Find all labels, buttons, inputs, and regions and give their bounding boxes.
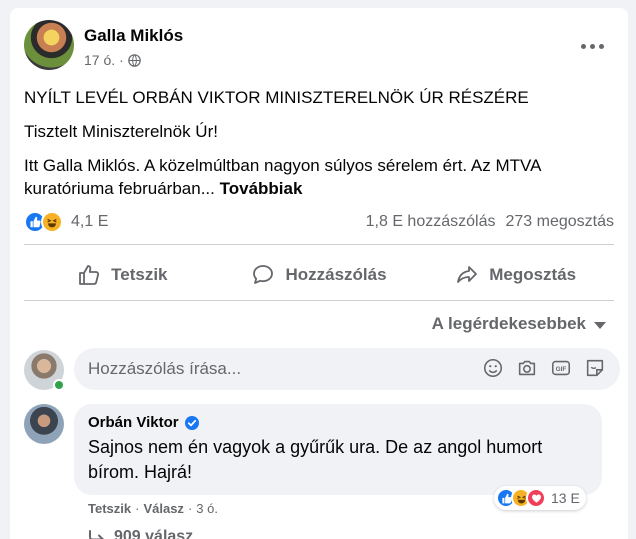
divider [24,244,614,245]
comment-reply-button[interactable]: Válasz [143,501,183,516]
post-meta: 17 ó. · [84,52,141,68]
comment-like-button[interactable]: Tetszik [88,501,131,516]
post-greeting: Tisztelt Miniszterelnök Úr! [24,122,218,141]
post-body: Itt Galla Miklós. A közelmúltban nagyon … [24,154,614,200]
comment-composer: GIF [24,348,620,391]
divider [24,300,614,301]
comment-text: Sajnos nem én vagyok a gyűrűk ura. De az… [88,437,543,482]
sticker-icon[interactable] [584,357,606,379]
comment-label: Hozzászólás [285,265,387,284]
post-text: NYÍLT LEVÉL ORBÁN VIKTOR MINISZTERELNÖK … [24,86,614,211]
comment-count-link[interactable]: 1,8 E hozzászólás [366,213,496,231]
svg-text:GIF: GIF [556,366,567,373]
comment-reaction-summary[interactable]: 13 E [494,486,586,510]
haha-reaction-icon [41,211,63,233]
comment-action-separator: · [135,501,140,516]
post-card: Galla Miklós 17 ó. · NYÍLT LEVÉL ORBÁN V… [10,8,628,539]
replies-count: 909 válasz [114,528,194,539]
comment-button[interactable]: Hozzászólás [221,254,418,296]
more-icon-dot [580,43,586,49]
more-options-button[interactable] [574,34,610,58]
commenter-avatar[interactable] [24,404,64,444]
globe-icon [128,53,141,67]
comment-reaction-count: 13 E [551,490,580,506]
comment-action-separator: · [187,501,193,516]
stats-right: 1,8 E hozzászólás 273 megosztás [366,213,614,231]
view-replies-link[interactable]: 909 válasz [88,528,193,539]
gif-icon[interactable]: GIF [550,357,572,379]
share-count-link[interactable]: 273 megosztás [505,213,614,231]
share-button[interactable]: Megosztás [417,254,614,296]
reply-arrow-icon [89,530,104,539]
share-icon [457,266,478,283]
post-title: NYÍLT LEVÉL ORBÁN VIKTOR MINISZTERELNÖK … [24,88,529,107]
meta-separator: · [119,52,124,68]
love-reaction-icon [526,488,546,508]
more-icon-dot [598,43,604,49]
post-time[interactable]: 17 ó. [84,52,115,68]
comment-sort-dropdown[interactable]: A legérdekesebbek [432,314,606,334]
composer-icons: GIF [482,357,606,379]
comment-actions: Tetszik · Válasz · 3 ó. [88,501,218,516]
author-avatar[interactable] [24,20,74,70]
camera-icon[interactable] [516,357,538,379]
post-stats: 4,1 E 1,8 E hozzászólás 273 megosztás [24,210,614,234]
caret-down-icon [594,321,606,329]
verified-icon [184,415,199,430]
like-button[interactable]: Tetszik [24,254,221,296]
smiley-icon[interactable] [482,357,504,379]
commenter-name-row: Orbán Viktor [88,414,588,431]
commenter-name[interactable]: Orbán Viktor [88,414,179,431]
share-label: Megosztás [489,265,577,284]
thumbs-up-icon [79,265,100,285]
comment-bubble: Orbán Viktor Sajnos nem én vagyok a gyűr… [74,404,602,495]
reaction-summary[interactable]: 4,1 E [24,211,108,233]
see-more-link[interactable]: Továbbiak [220,179,303,198]
more-icon-dot [589,43,595,49]
sort-label: A legérdekesebbek [431,314,586,333]
author-name[interactable]: Galla Miklós [84,26,183,46]
post-actions: Tetszik Hozzászólás Megosztás [24,254,614,296]
online-status-dot [53,379,65,391]
like-label: Tetszik [111,265,168,284]
reaction-count: 4,1 E [71,213,109,230]
comment-time[interactable]: 3 ó. [196,501,218,516]
post-header: Galla Miklós 17 ó. · [24,20,614,76]
comment-icon [253,265,274,284]
